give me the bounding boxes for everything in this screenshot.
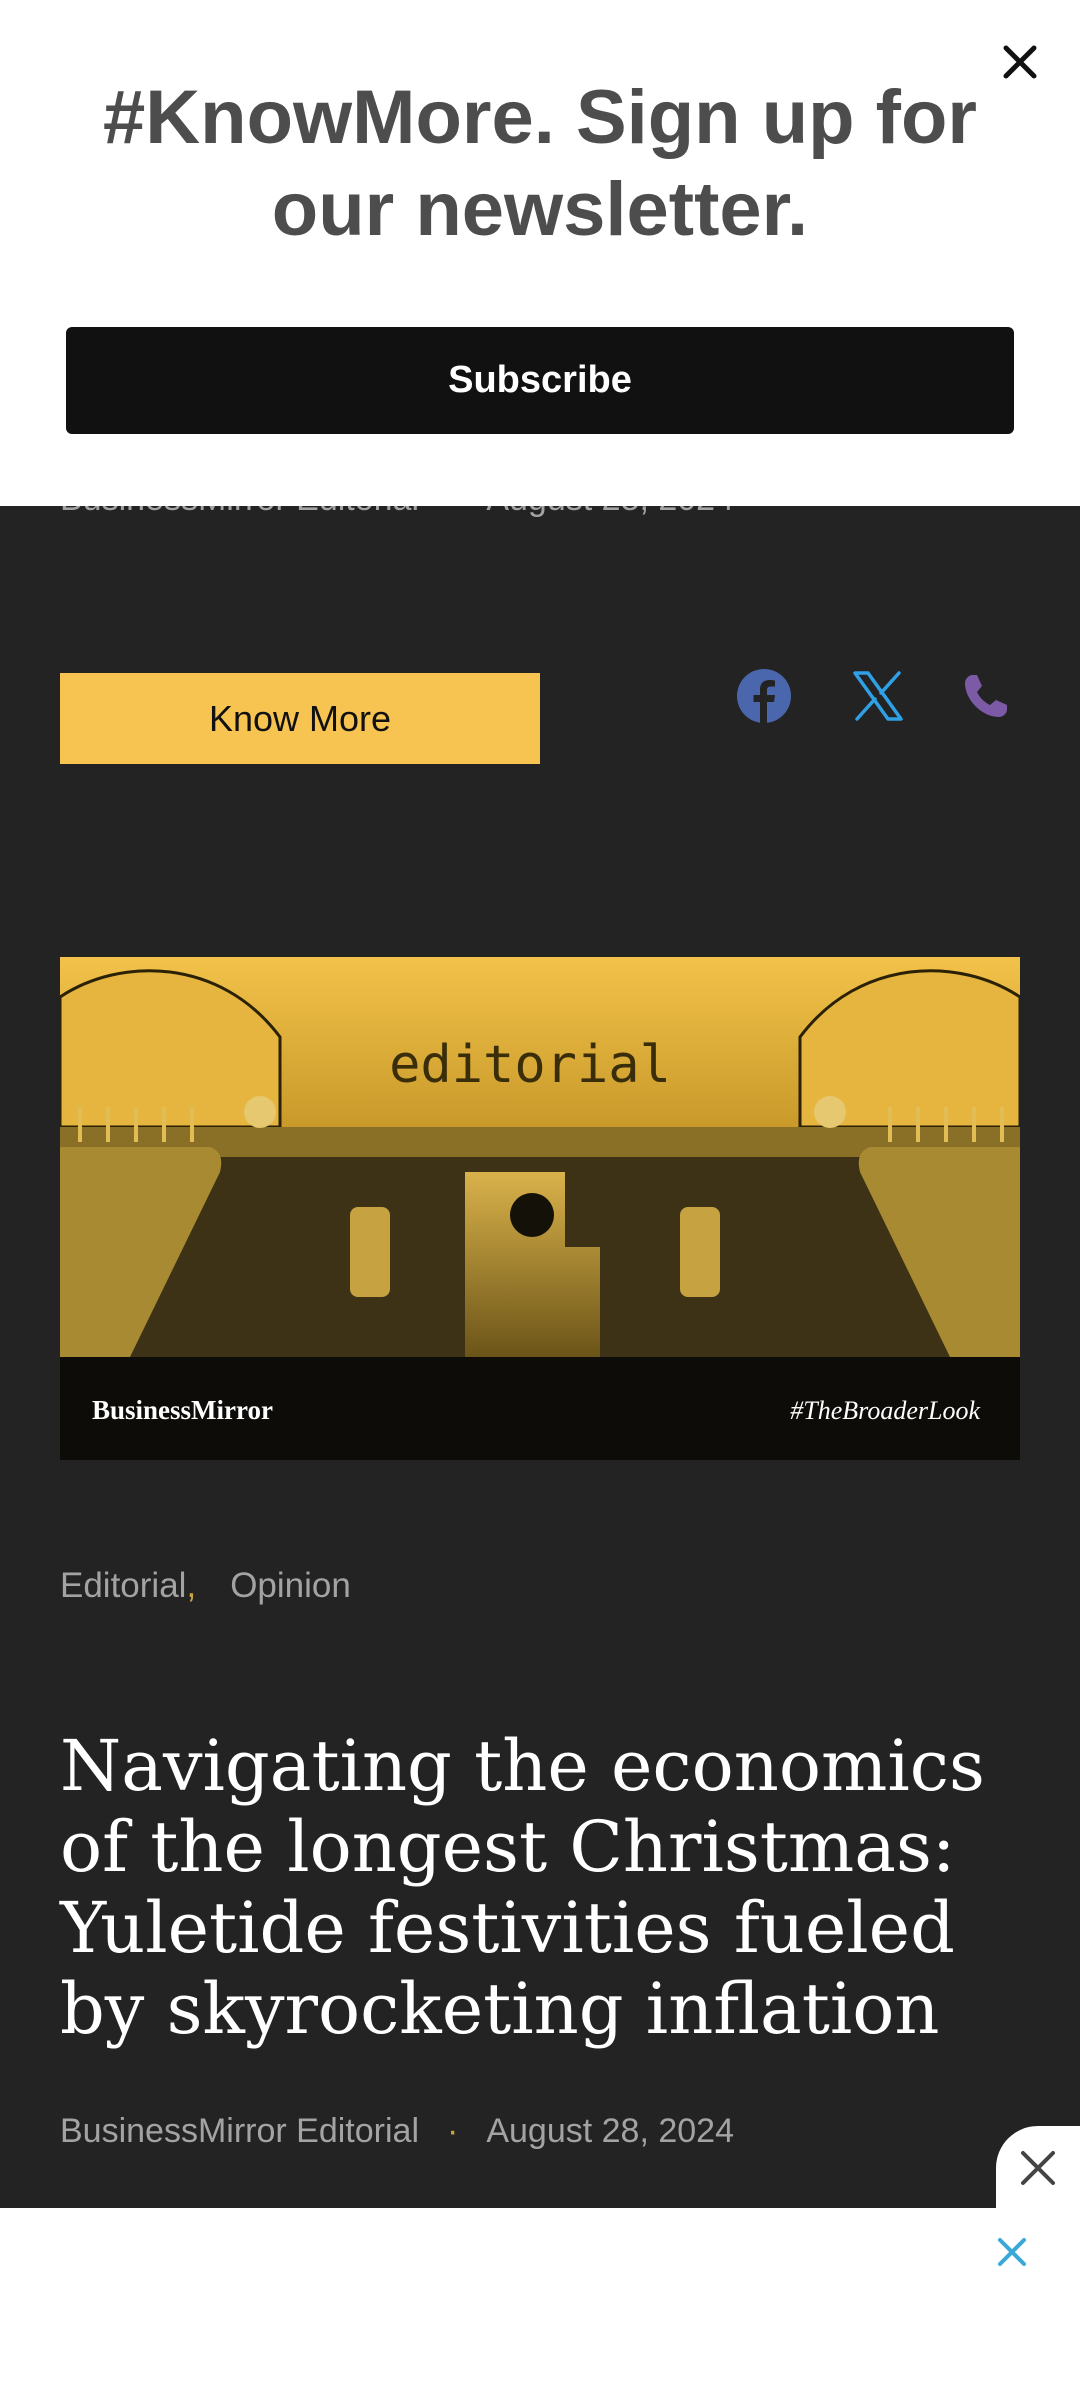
hero-brand-logo: BusinessMirror — [92, 1395, 273, 1425]
close-icon — [998, 2238, 1026, 2266]
close-icon — [1021, 2151, 1055, 2185]
category-link-editorial[interactable]: Editorial — [60, 1566, 186, 1605]
newsletter-title: #KnowMore. Sign up for our newsletter. — [103, 75, 977, 252]
typewriter-illustration: editorial — [60, 957, 1020, 1460]
share-facebook-button[interactable] — [728, 660, 800, 732]
facebook-icon — [737, 669, 791, 724]
hero-hashtag: #TheBroaderLook — [790, 1396, 980, 1425]
article-byline: BusinessMirror Editorial · August 28, 2024 — [60, 2112, 734, 2151]
category-list: Editorial, Opinion — [60, 1566, 351, 1606]
know-more-button[interactable]: Know More — [60, 673, 540, 764]
svg-text:editorial: editorial — [389, 1035, 671, 1095]
share-phone-button[interactable] — [950, 660, 1022, 732]
subscribe-button[interactable]: Subscribe — [66, 327, 1014, 434]
byline-date: August 28, 2024 — [486, 2112, 734, 2150]
hero-image: editorial BusinessMirror #TheBroaderLook — [60, 957, 1020, 1460]
ad-close-button[interactable] — [988, 2228, 1036, 2276]
category-separator: , — [186, 1566, 197, 1605]
phone-icon — [965, 675, 1007, 717]
byline-author[interactable]: BusinessMirror Editorial — [60, 2112, 419, 2150]
x-twitter-icon — [853, 671, 903, 721]
byline-separator: · — [447, 2112, 459, 2150]
newsletter-popup: #KnowMore. Sign up for our newsletter. S… — [0, 0, 1080, 506]
article-headline: Navigating the economics of the longest … — [60, 1725, 985, 2050]
ad-collapse-button[interactable] — [996, 2126, 1080, 2210]
category-link-opinion[interactable]: Opinion — [230, 1566, 351, 1605]
share-x-button[interactable] — [842, 660, 914, 732]
ad-banner — [0, 2208, 1080, 2400]
